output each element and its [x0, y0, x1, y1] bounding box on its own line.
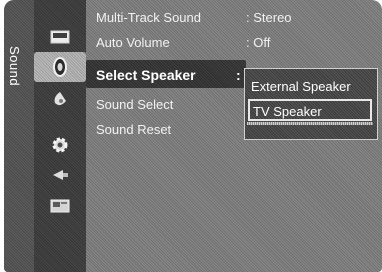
- menu-item-value: : Off: [246, 35, 271, 50]
- category-channel[interactable]: [34, 85, 86, 115]
- option-label: TV Speaker: [253, 104, 322, 119]
- application-icon: [50, 199, 70, 213]
- category-sound[interactable]: [34, 52, 86, 82]
- menu-item-sound-select[interactable]: Sound Select: [96, 97, 173, 112]
- category-tab: Sound: [4, 0, 34, 272]
- picture-icon: [50, 30, 70, 44]
- menu-item-label: Select Speaker: [96, 67, 196, 83]
- menu-item-label: Multi-Track Sound: [96, 10, 201, 25]
- category-picture[interactable]: [34, 22, 86, 52]
- input-icon: [53, 170, 68, 180]
- menu-item-select-speaker[interactable]: Select Speaker :: [96, 67, 241, 83]
- menu-item-label: Sound Select: [96, 97, 174, 112]
- sound-icon: [53, 57, 67, 77]
- menu-item-label: Sound Reset: [96, 122, 172, 137]
- category-setup[interactable]: [34, 130, 86, 160]
- selection-underline: [247, 122, 373, 125]
- menu-item-multi-track-sound[interactable]: Multi-Track Sound : Stereo: [96, 10, 292, 25]
- category-icon-column: [34, 0, 86, 272]
- speaker-options-popup: External Speaker TV Speaker: [244, 68, 378, 140]
- tv-menu-screen: Sound Multi-Track Sound: Stereo Auto Vo…: [4, 0, 382, 272]
- menu-item-label: Auto Volume: [96, 35, 170, 50]
- channel-icon: [54, 92, 66, 106]
- menu-item-auto-volume[interactable]: Auto Volume : Off: [96, 35, 270, 50]
- menu-item-value: : Stereo: [246, 10, 292, 25]
- menu-item-value: :: [236, 67, 241, 83]
- category-application[interactable]: [34, 192, 86, 222]
- category-tab-label: Sound: [7, 46, 22, 87]
- category-input[interactable]: [34, 160, 86, 190]
- setup-icon: [52, 137, 68, 153]
- option-external-speaker[interactable]: External Speaker: [251, 79, 351, 94]
- option-tv-speaker[interactable]: TV Speaker: [247, 99, 373, 125]
- menu-item-sound-reset[interactable]: Sound Reset: [96, 122, 171, 137]
